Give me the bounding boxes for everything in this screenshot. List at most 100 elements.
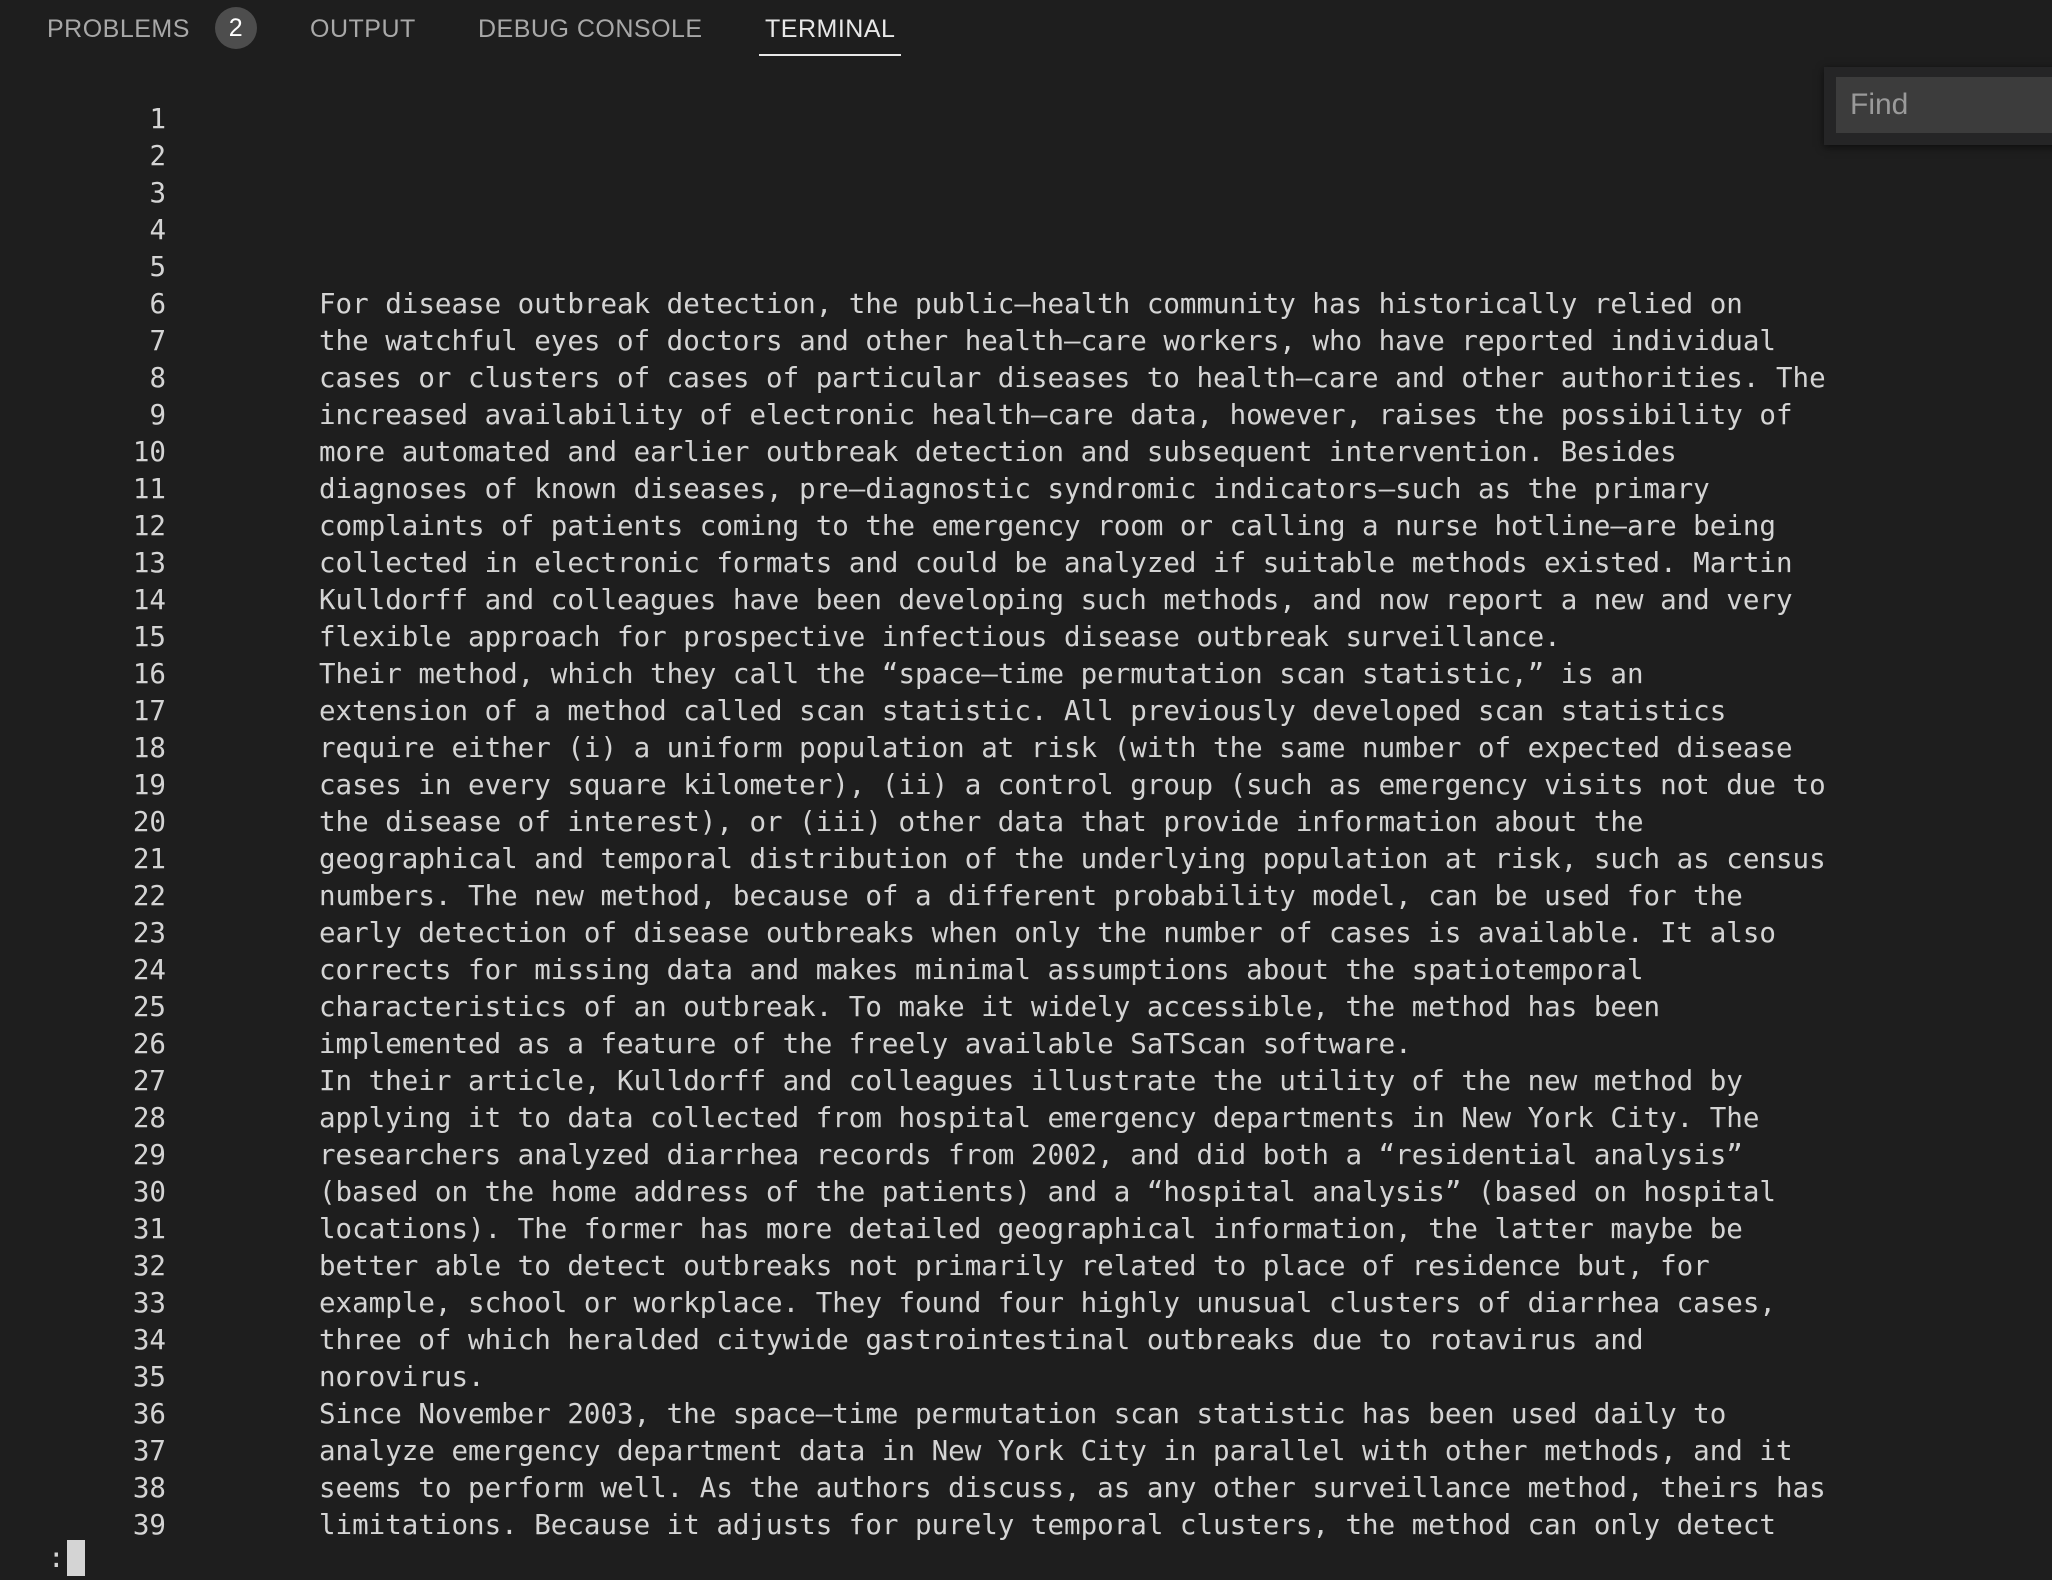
line-number: 24 <box>132 954 166 986</box>
tab-terminal-label: TERMINAL <box>765 14 896 43</box>
line-text: corrects for missing data and makes mini… <box>319 954 1644 986</box>
problems-count-badge: 2 <box>215 7 257 49</box>
line-number: 32 <box>132 1250 166 1282</box>
line-number: 29 <box>132 1139 166 1171</box>
line-number: 21 <box>132 843 166 875</box>
line-text: In their article, Kulldorff and colleagu… <box>319 1065 1743 1097</box>
line-text: extension of a method called scan statis… <box>319 695 1727 727</box>
terminal-line: 5 <box>0 249 1900 286</box>
terminal-line: 6 For disease outbreak detection, the pub… <box>0 286 1900 323</box>
line-text: early detection of disease outbreaks whe… <box>319 917 1776 949</box>
line-text: Kulldorff and colleagues have been devel… <box>319 584 1793 616</box>
line-number: 33 <box>132 1287 166 1319</box>
terminal-line: 38 seems to perform well. As the authors … <box>0 1470 1900 1507</box>
terminal-line: 15 flexible approach for prospective infe… <box>0 619 1900 656</box>
line-number: 17 <box>132 695 166 727</box>
line-number: 27 <box>132 1065 166 1097</box>
line-text: For disease outbreak detection, the publ… <box>319 288 1743 320</box>
line-text: cases or clusters of cases of particular… <box>319 362 1826 394</box>
terminal-line: 17 extension of a method called scan stat… <box>0 693 1900 730</box>
pager-prompt[interactable]: : <box>48 1538 85 1578</box>
line-number: 11 <box>132 473 166 505</box>
terminal-line: 1 <box>0 101 1900 138</box>
tab-problems-label: PROBLEMS <box>47 14 190 43</box>
terminal-line: 10 more automated and earlier outbreak de… <box>0 434 1900 471</box>
line-number: 22 <box>132 880 166 912</box>
tab-output[interactable]: OUTPUT <box>310 0 416 58</box>
terminal-line: 7 the watchful eyes of doctors and other … <box>0 323 1900 360</box>
panel-tab-bar: PROBLEMS 2 OUTPUT DEBUG CONSOLE TERMINAL <box>0 0 2052 58</box>
terminal-line: 12 complaints of patients coming to the e… <box>0 508 1900 545</box>
line-text: seems to perform well. As the authors di… <box>319 1472 1826 1504</box>
line-number: 2 <box>149 140 166 172</box>
line-text: cases in every square kilometer), (ii) a… <box>319 769 1826 801</box>
line-number: 38 <box>132 1472 166 1504</box>
line-number: 37 <box>132 1435 166 1467</box>
terminal-output[interactable]: 1 2 3 4 5 6 For disease outbreak detection, th… <box>0 101 1900 1544</box>
line-number: 7 <box>149 325 166 357</box>
line-number: 3 <box>149 177 166 209</box>
terminal-line: 24 corrects for missing data and makes mi… <box>0 952 1900 989</box>
line-number: 36 <box>132 1398 166 1430</box>
tab-problems[interactable]: PROBLEMS <box>47 0 190 58</box>
line-number: 4 <box>149 214 166 246</box>
line-number: 18 <box>132 732 166 764</box>
line-text: characteristics of an outbreak. To make … <box>319 991 1661 1023</box>
line-text: implemented as a feature of the freely a… <box>319 1028 1412 1060</box>
line-number: 19 <box>132 769 166 801</box>
terminal-line: 20 the disease of interest), or (iii) oth… <box>0 804 1900 841</box>
tab-debug-console[interactable]: DEBUG CONSOLE <box>478 0 703 58</box>
line-number: 31 <box>132 1213 166 1245</box>
terminal-line: 35 norovirus. <box>0 1359 1900 1396</box>
line-text: analyze emergency department data in New… <box>319 1435 1793 1467</box>
terminal-line: 30 (based on the home address of the pati… <box>0 1174 1900 1211</box>
line-text: increased availability of electronic hea… <box>319 399 1793 431</box>
terminal-line: 33 example, school or workplace. They fou… <box>0 1285 1900 1322</box>
line-number: 20 <box>132 806 166 838</box>
line-number: 16 <box>132 658 166 690</box>
line-text: complaints of patients coming to the eme… <box>319 510 1776 542</box>
line-text: (based on the home address of the patien… <box>319 1176 1776 1208</box>
terminal-line: 26 implemented as a feature of the freely… <box>0 1026 1900 1063</box>
terminal-line: 2 <box>0 138 1900 175</box>
line-number: 15 <box>132 621 166 653</box>
terminal-line: 34 three of which heralded citywide gastr… <box>0 1322 1900 1359</box>
terminal-line: 39 limitations. Because it adjusts for pu… <box>0 1507 1900 1544</box>
terminal-line: 37 analyze emergency department data in N… <box>0 1433 1900 1470</box>
line-text: Their method, which they call the “space… <box>319 658 1644 690</box>
line-text: example, school or workplace. They found… <box>319 1287 1776 1319</box>
prompt-symbol: : <box>48 1542 65 1574</box>
terminal-line: 3 <box>0 175 1900 212</box>
terminal-line: 14 Kulldorff and colleagues have been dev… <box>0 582 1900 619</box>
line-text: more automated and earlier outbreak dete… <box>319 436 1677 468</box>
line-text: researchers analyzed diarrhea records fr… <box>319 1139 1743 1171</box>
terminal-line: 11 diagnoses of known diseases, pre–diagn… <box>0 471 1900 508</box>
terminal-line: 25 characteristics of an outbreak. To mak… <box>0 989 1900 1026</box>
line-text: limitations. Because it adjusts for pure… <box>319 1509 1776 1541</box>
line-text: locations). The former has more detailed… <box>319 1213 1743 1245</box>
tab-terminal[interactable]: TERMINAL <box>758 0 902 58</box>
text-cursor <box>66 1540 85 1576</box>
line-text: require either (i) a uniform population … <box>319 732 1793 764</box>
line-number: 1 <box>149 103 166 135</box>
line-number: 35 <box>132 1361 166 1393</box>
terminal-line: 8 cases or clusters of cases of particula… <box>0 360 1900 397</box>
line-number: 10 <box>132 436 166 468</box>
line-number: 12 <box>132 510 166 542</box>
terminal-line: 16 Their method, which they call the “spa… <box>0 656 1900 693</box>
line-number: 26 <box>132 1028 166 1060</box>
terminal-panel: PROBLEMS 2 OUTPUT DEBUG CONSOLE TERMINAL… <box>0 0 2052 1580</box>
terminal-line: 13 collected in electronic formats and co… <box>0 545 1900 582</box>
terminal-line: 9 increased availability of electronic he… <box>0 397 1900 434</box>
terminal-line: 18 require either (i) a uniform populatio… <box>0 730 1900 767</box>
terminal-line: 21 geographical and temporal distribution… <box>0 841 1900 878</box>
line-number: 25 <box>132 991 166 1023</box>
line-text: better able to detect outbreaks not prim… <box>319 1250 1710 1282</box>
terminal-line: 22 numbers. The new method, because of a … <box>0 878 1900 915</box>
line-number: 30 <box>132 1176 166 1208</box>
line-text: geographical and temporal distribution o… <box>319 843 1826 875</box>
terminal-line: 23 early detection of disease outbreaks w… <box>0 915 1900 952</box>
line-number: 8 <box>149 362 166 394</box>
line-number: 39 <box>132 1509 166 1541</box>
line-text: flexible approach for prospective infect… <box>319 621 1561 653</box>
